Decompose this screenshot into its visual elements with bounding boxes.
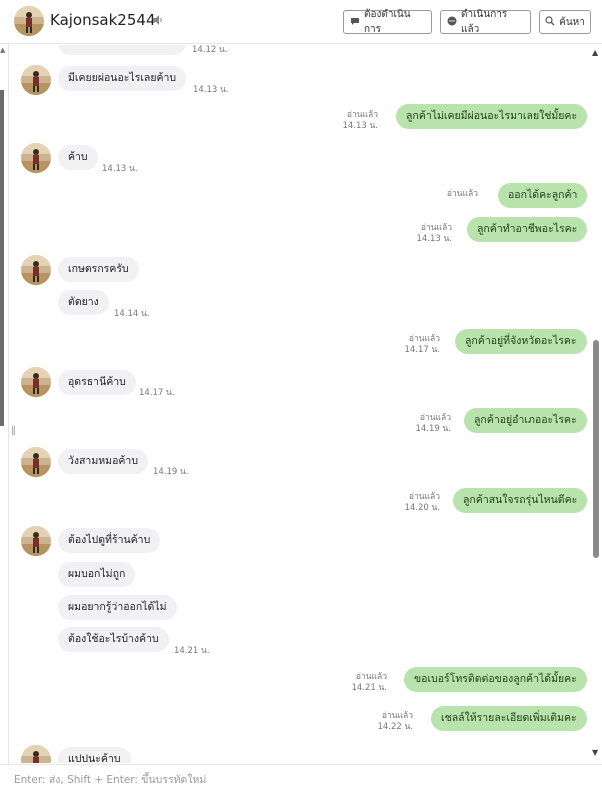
message-time: 14.22 น. [377,722,413,732]
message-incoming: เกษตรกรครับ [58,257,139,282]
pending-button-label: ต้องดำเนินการ [364,9,411,35]
message-outgoing: ลูกค้าอยู่อำเภออะไรคะ [464,408,587,433]
message-time: 14.13 น. [342,121,378,131]
message-time: 14.12 น. [192,45,228,55]
message-time: 14.19 น. [153,467,189,477]
message-incoming: ต้องไปดูที่ร้านค้าบ [58,528,161,553]
sender-avatar[interactable] [21,65,51,95]
scroll-up-arrow-icon[interactable]: ▲ [592,48,598,57]
done-button-label: ดำเนินการแล้ว [461,9,508,35]
message-time: 14.13 น. [102,164,138,174]
read-status: อ่านแล้ว [420,223,452,233]
contact-avatar[interactable] [14,6,44,36]
speaker-icon[interactable] [152,14,166,28]
message-time: 14.21 น. [351,683,387,693]
message-incoming: อุดรธานีค้าบ [58,370,136,395]
search-button[interactable]: ค้นหา [539,10,591,34]
message-incoming: แปปนะค้าบ [58,747,131,763]
message-outgoing: ลูกค้าไม่เคยมีผ่อนอะไรมาเลยใช่มั้ยคะ [396,104,588,129]
message-meta: อ่านแล้ว 14.13 น. [402,223,452,245]
scroll-up-icon[interactable]: ▲ [0,46,5,54]
message-outgoing: ออกได้คะลูกค้า [498,183,588,208]
message-incoming [58,45,186,55]
chat-bubble-icon [350,16,360,29]
search-button-label: ค้นหา [559,16,585,28]
scrollbar-thumb[interactable] [593,340,599,558]
message-composer[interactable]: Enter: ส่ง, Shift + Enter: ขึ้นบรรทัดใหม… [0,764,602,787]
read-status: อ่านแล้ว [419,413,451,423]
message-time: 14.14 น. [114,309,150,319]
scroll-down-arrow-icon[interactable]: ▼ [592,748,598,757]
sender-avatar[interactable] [21,143,51,173]
message-incoming: ผมบอกไม่ถูก [58,562,136,587]
read-status: อ่านแล้ว [408,334,440,344]
message-incoming: วังสามหมอค้าบ [58,449,148,474]
message-incoming: ตัดยาง [58,290,109,315]
message-time: 14.21 น. [174,646,210,656]
message-meta: อ่านแล้ว 14.22 น. [363,711,413,733]
message-meta: อ่านแล้ว 14.17 น. [390,334,440,356]
message-meta: อ่านแล้ว 14.19 น. [401,413,451,435]
message-time: 14.13 น. [193,85,229,95]
message-meta: อ่านแล้ว [428,189,478,200]
chat-window: Kajonsak2544 ต้องดำเนินการ ดำเนินการแล้ว… [0,0,602,787]
message-time: 14.19 น. [415,424,451,434]
message-meta: อ่านแล้ว 14.21 น. [337,672,387,694]
sender-avatar[interactable] [21,447,51,477]
read-status: อ่านแล้ว [346,110,378,120]
message-time: 14.17 น. [404,345,440,355]
message-outgoing: ลูกค้าทำอาชีพอะไรคะ [467,217,588,242]
read-status: อ่านแล้ว [355,672,387,682]
pending-button[interactable]: ต้องดำเนินการ [343,9,432,35]
chat-dots-icon [447,16,457,29]
message-outgoing: ลูกค้าสนใจรถรุ่นไหนดีคะ [453,488,588,513]
chat-header: Kajonsak2544 ต้องดำเนินการ ดำเนินการแล้ว… [0,0,602,44]
message-time: 14.13 น. [416,234,452,244]
left-panel-edge: ▲ [0,44,9,764]
read-status: อ่านแล้ว [446,189,478,199]
message-meta: อ่านแล้ว 14.13 น. [328,110,378,132]
done-button[interactable]: ดำเนินการแล้ว [440,9,531,35]
sender-avatar[interactable] [21,526,51,556]
sender-avatar[interactable] [21,255,51,285]
search-icon [545,15,555,29]
message-list[interactable]: 14.12 น. มีเคยยผ่อนอะไรเลยค้าบ 14.13 น. … [10,45,590,763]
message-outgoing: เชลล์ให้รายละเอียดเพิ่มเติมคะ [431,706,587,731]
message-time: 14.20 น. [404,503,440,513]
contact-name[interactable]: Kajonsak2544 [50,11,155,29]
message-time: 14.17 น. [139,388,175,398]
message-input[interactable]: Enter: ส่ง, Shift + Enter: ขึ้นบรรทัดใหม… [14,771,206,787]
read-status: อ่านแล้ว [381,711,413,721]
message-incoming: ค้าบ [58,145,98,170]
sender-avatar[interactable] [21,367,51,397]
message-meta: อ่านแล้ว 14.20 น. [390,492,440,514]
message-outgoing: ขอเบอร์โทรติดต่อของลูกค้าได้มั้ยคะ [404,667,587,692]
message-incoming: ผมอยากรู้ว่าออกได้ไม่ [58,595,177,620]
message-outgoing: ลูกค้าอยู่ที่จังหวัดอะไรคะ [455,329,587,354]
read-status: อ่านแล้ว [408,492,440,502]
left-scrollbar[interactable] [0,90,4,426]
message-scrollbar[interactable]: ▲ ▼ [590,44,602,764]
message-incoming: มีเคยยผ่อนอะไรเลยค้าบ [58,66,187,91]
sender-avatar[interactable] [21,745,51,763]
message-incoming: ต้องใช้อะไรบ้างค้าบ [58,627,169,652]
